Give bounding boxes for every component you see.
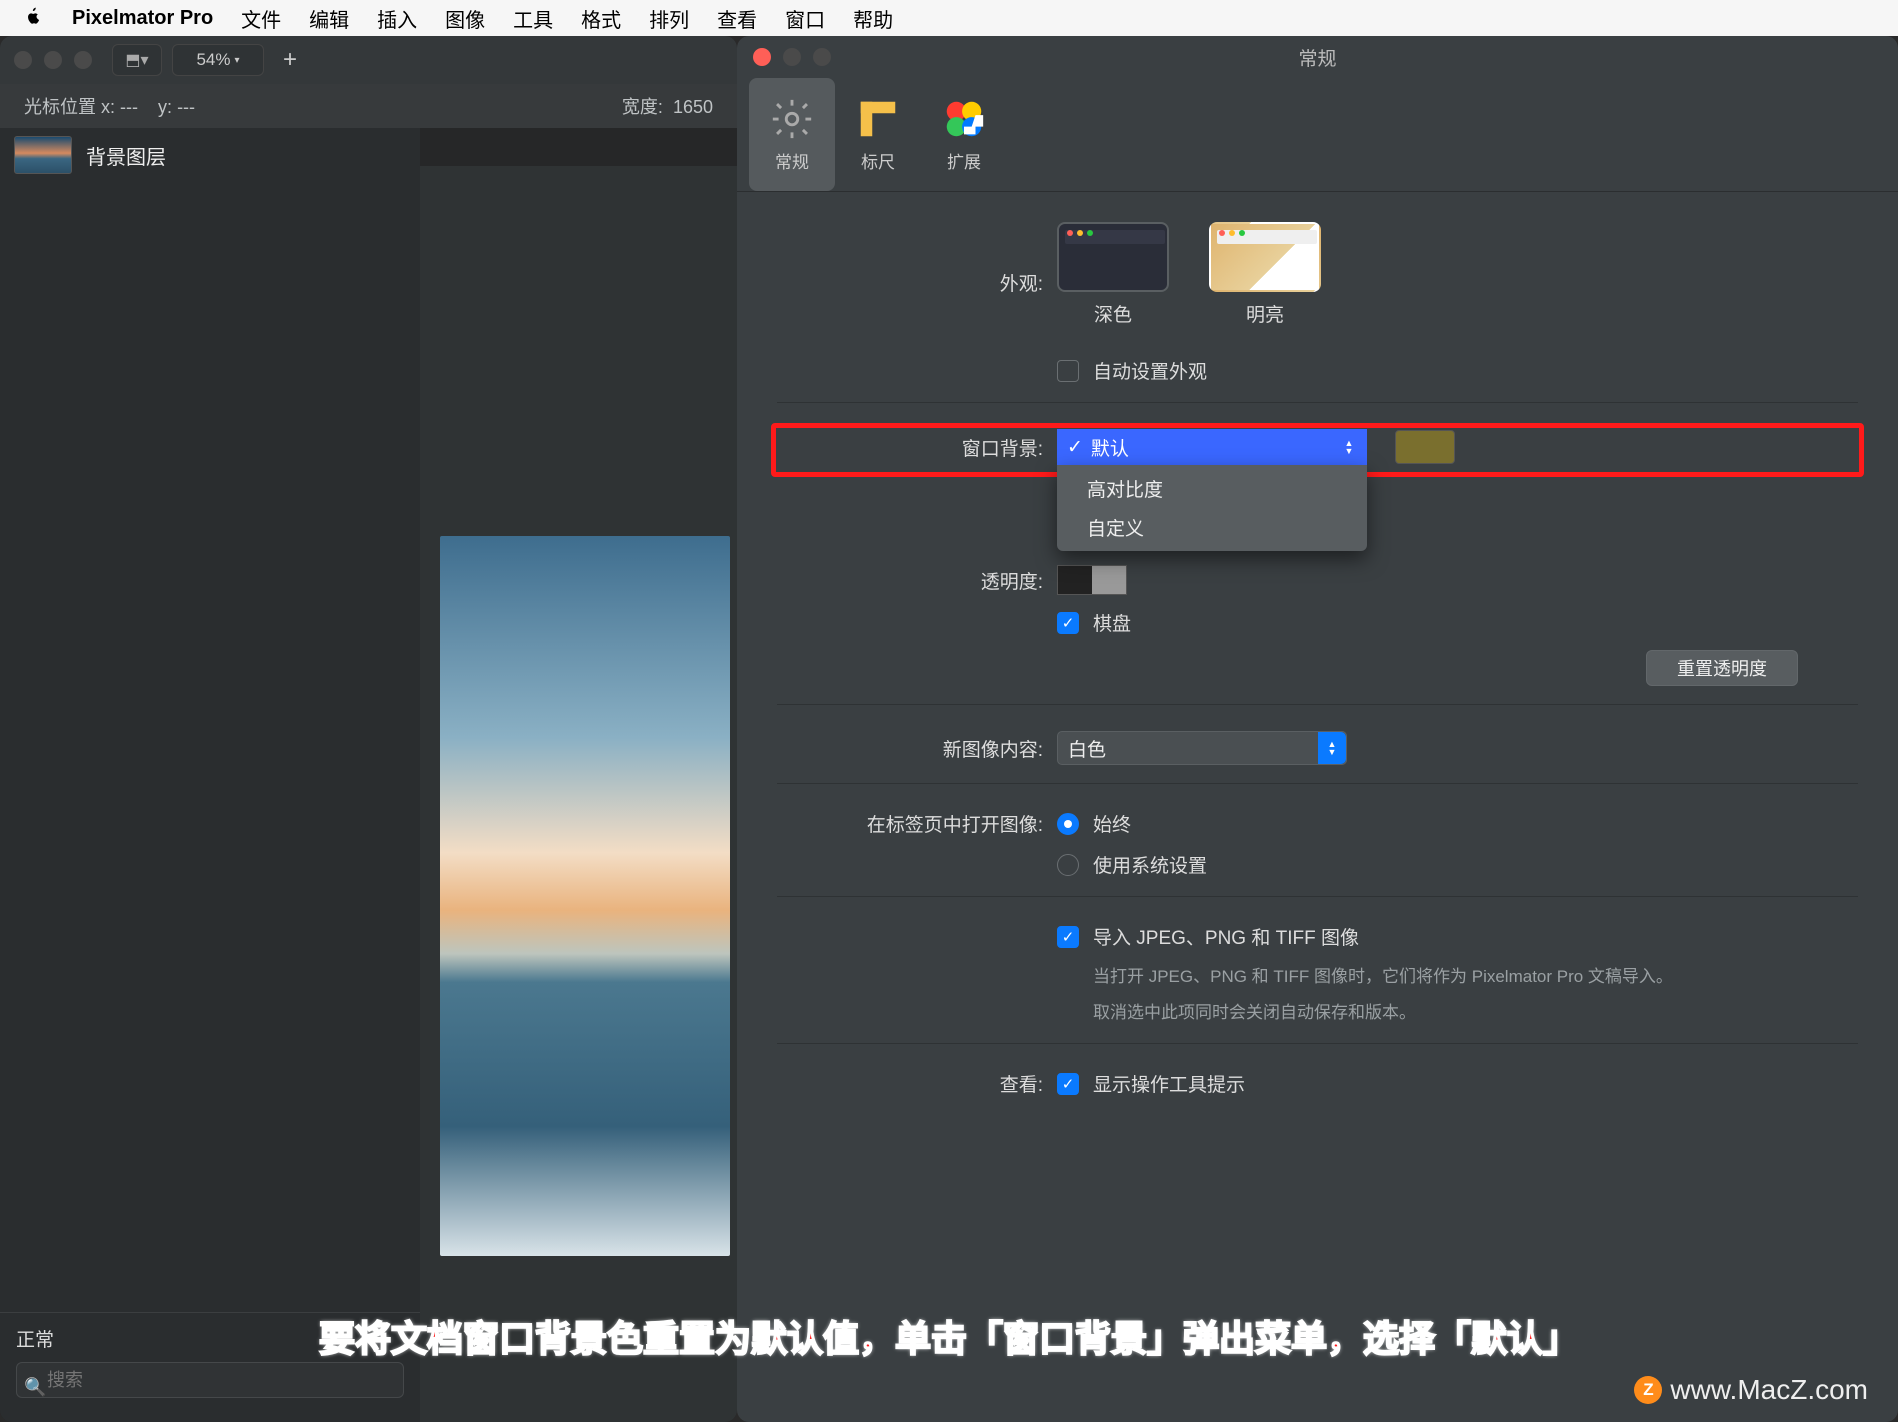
new-image-select[interactable]: 白色 ▲▼ [1057,731,1347,765]
window-bg-row: 窗口背景: ✓ 默认 ▲▼ 高对比度 自定义 [777,429,1858,465]
bg-color-swatch[interactable] [1395,430,1455,464]
appearance-label: 外观: [777,269,1057,296]
add-button[interactable]: + [274,44,306,76]
import-desc2: 取消选中此项同时会关闭自动保存和版本。 [1093,1000,1858,1026]
layer-row[interactable]: 背景图层 [0,128,420,182]
chevron-updown-icon: ▲▼ [1318,732,1346,764]
pref-titlebar: 常规 [737,36,1898,78]
ruler-icon [855,96,901,142]
layer-thumbnail [14,136,72,174]
zoom-select[interactable]: 54%▾ [172,44,264,76]
reset-transparency-button[interactable]: 重置透明度 [1646,650,1798,686]
appearance-light-option[interactable]: 明亮 [1209,222,1321,327]
import-label: 导入 JPEG、PNG 和 TIFF 图像 [1093,923,1359,950]
menu-help[interactable]: 帮助 [853,4,893,33]
zoom-value: 54% [196,50,230,70]
document-window: ⬒▾ 54%▾ + 光标位置 x: --- y: --- 宽度: 1650 背景… [0,36,737,1422]
close-icon[interactable] [753,48,771,66]
cursor-readout: 光标位置 x: --- y: --- [24,93,195,119]
doc-titlebar: ⬒▾ 54%▾ + [0,36,737,84]
auto-appearance-checkbox[interactable] [1057,360,1079,382]
layers-panel: 背景图层 [0,128,420,1422]
tooltips-checkbox[interactable]: ✓ [1057,1073,1079,1095]
menu-file[interactable]: 文件 [241,4,281,33]
menu-edit[interactable]: 编辑 [309,4,349,33]
menu-insert[interactable]: 插入 [377,4,417,33]
watermark: Z www.MacZ.com [1634,1374,1868,1406]
open-tabs-label: 在标签页中打开图像: [777,810,1057,837]
tab-ruler[interactable]: 标尺 [835,78,921,191]
checker-checkbox[interactable]: ✓ [1057,612,1079,634]
pref-title: 常规 [1298,44,1336,71]
canvas-area[interactable] [420,166,737,1422]
extension-icon [941,96,987,142]
auto-appearance-label: 自动设置外观 [1093,357,1207,384]
window-bg-option-custom[interactable]: 自定义 [1057,508,1367,547]
window-bg-dropdown[interactable]: ✓ 默认 ▲▼ 高对比度 自定义 [1057,429,1367,465]
transparency-preview[interactable] [1057,565,1127,595]
menu-arrange[interactable]: 排列 [649,4,689,33]
preferences-window: 常规 常规 标尺 扩展 外观: 深色 [737,36,1898,1422]
new-image-label: 新图像内容: [777,735,1057,762]
menu-view[interactable]: 查看 [717,4,757,33]
search-icon: 🔍 [24,1377,46,1398]
watermark-icon: Z [1634,1376,1662,1404]
window-bg-label: 窗口背景: [777,434,1057,461]
width-readout: 宽度: 1650 [622,93,713,119]
dark-thumb [1057,222,1169,292]
light-thumb [1209,222,1321,292]
maximize-icon[interactable] [813,48,831,66]
app-name[interactable]: Pixelmator Pro [72,7,213,30]
maximize-icon[interactable] [74,51,92,69]
view-label: 查看: [777,1070,1057,1097]
close-icon[interactable] [14,51,32,69]
minimize-icon[interactable] [44,51,62,69]
menu-image[interactable]: 图像 [445,4,485,33]
import-checkbox[interactable]: ✓ [1057,926,1079,948]
checker-label: 棋盘 [1093,609,1131,636]
open-tabs-always-radio[interactable] [1057,813,1079,835]
info-bar: 光标位置 x: --- y: --- 宽度: 1650 [0,84,737,128]
tab-extensions[interactable]: 扩展 [921,78,1007,191]
menu-format[interactable]: 格式 [581,4,621,33]
traffic-lights [14,51,92,69]
sidebar-toggle-button[interactable]: ⬒▾ [112,44,162,76]
import-desc1: 当打开 JPEG、PNG 和 TIFF 图像时，它们将作为 Pixelmator… [1093,964,1858,990]
open-tabs-system-radio[interactable] [1057,854,1079,876]
check-icon: ✓ [1067,436,1083,459]
appearance-dark-option[interactable]: 深色 [1057,222,1169,327]
minimize-icon[interactable] [783,48,801,66]
search-input[interactable] [16,1362,404,1398]
apple-icon[interactable] [22,4,44,32]
document-image [440,536,730,1256]
gear-icon [769,96,815,142]
window-bg-menu: 高对比度 自定义 [1057,465,1367,551]
pref-tabs: 常规 标尺 扩展 [737,78,1898,192]
menu-tools[interactable]: 工具 [513,4,553,33]
layer-name: 背景图层 [86,141,166,170]
window-bg-option-contrast[interactable]: 高对比度 [1057,469,1367,508]
chevron-updown-icon: ▲▼ [1337,429,1361,465]
annotation-caption: 要将文档窗口背景色重置为默认值，单击「窗口背景」弹出菜单，选择「默认」 [40,1310,1858,1362]
transparency-label: 透明度: [777,567,1057,594]
mac-menubar: Pixelmator Pro 文件 编辑 插入 图像 工具 格式 排列 查看 窗… [0,0,1898,36]
menu-window[interactable]: 窗口 [785,4,825,33]
tab-general[interactable]: 常规 [749,78,835,191]
pref-body: 外观: 深色 明亮 自动设置外观 窗口背景 [737,192,1898,1422]
